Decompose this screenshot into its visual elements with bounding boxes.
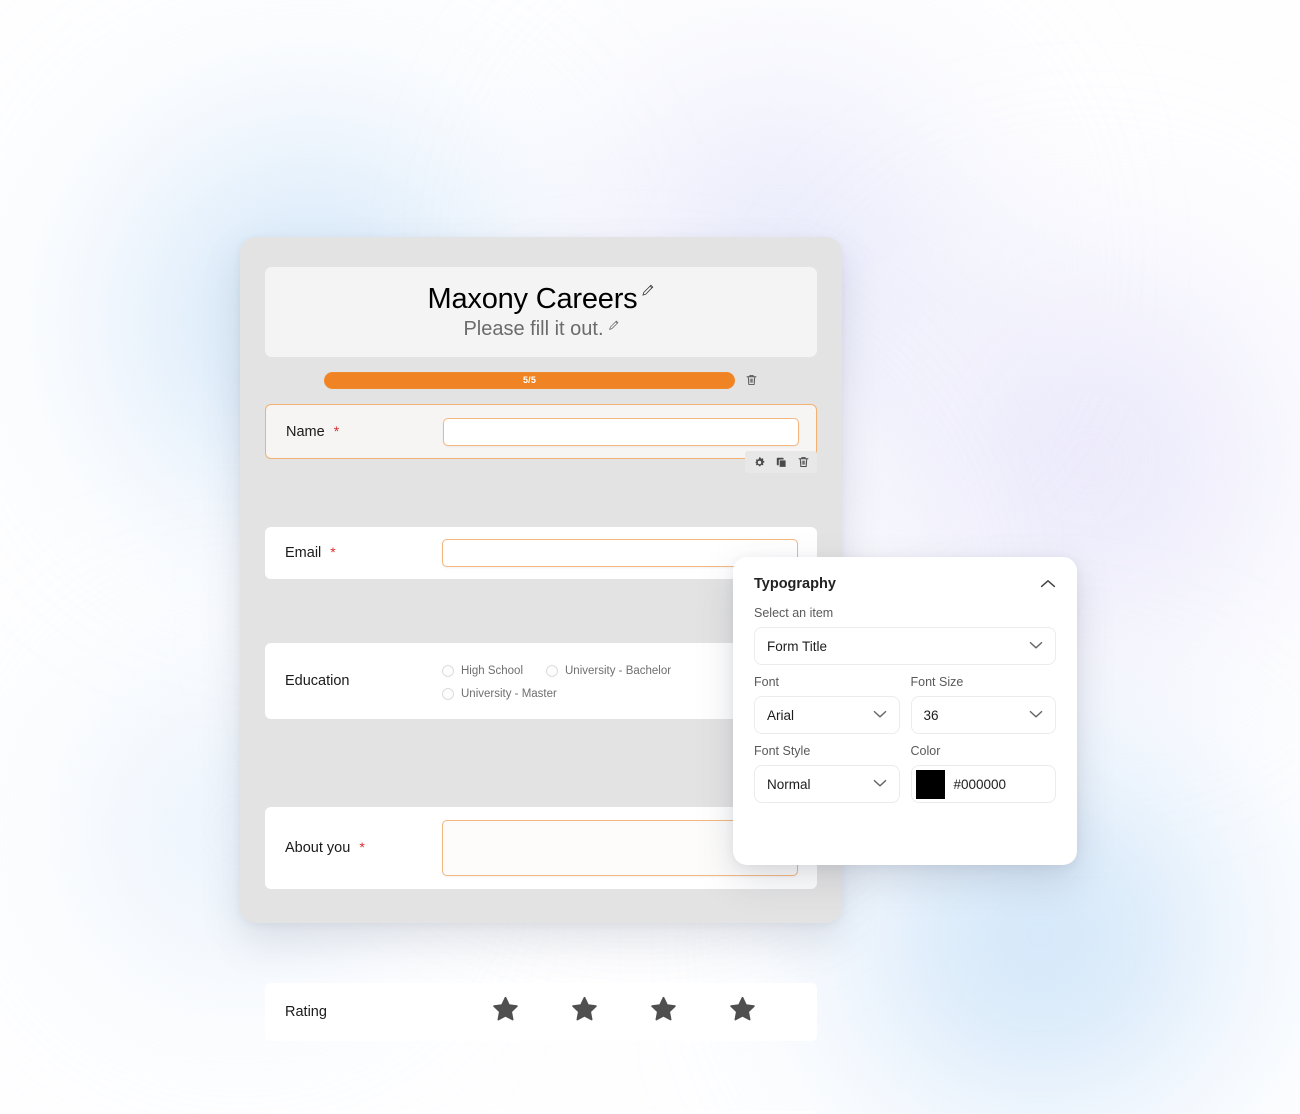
chevron-down-icon — [1029, 706, 1043, 724]
field-label-name: Name * — [286, 422, 340, 440]
progress-trash-icon[interactable] — [742, 371, 760, 389]
field-label-about-you: About you * — [285, 839, 365, 856]
radio-university-master[interactable]: University - Master — [442, 687, 642, 700]
field-label-education: Education — [285, 673, 350, 689]
select-item-label: Select an item — [754, 606, 834, 620]
font-size-group: Font Size 36 — [910, 675, 1056, 734]
font-size-label: Font Size — [910, 675, 964, 689]
rating-star-group — [442, 996, 756, 1028]
edit-subtitle-pencil-icon[interactable] — [608, 318, 619, 336]
select-item-value: Form Title — [767, 638, 828, 654]
page-title: Maxony Careers — [427, 282, 638, 315]
color-label: Color — [910, 744, 941, 758]
radio-university-bachelor[interactable]: University - Bachelor — [546, 664, 746, 677]
typography-panel-header: Typography — [754, 576, 1056, 592]
required-asterisk: * — [333, 422, 340, 439]
gear-icon[interactable] — [751, 454, 767, 470]
star-icon[interactable] — [650, 996, 677, 1028]
star-icon[interactable] — [492, 996, 519, 1028]
font-row: Font Arial Font Size 36 — [754, 675, 1056, 734]
field-row-rating[interactable]: Rating — [265, 983, 817, 1041]
chevron-down-icon — [873, 706, 887, 724]
select-item-dropdown[interactable]: Form Title — [754, 627, 1056, 665]
name-input[interactable] — [443, 417, 799, 446]
chevron-up-icon[interactable] — [1040, 579, 1056, 589]
field-label-email: Email * — [285, 544, 336, 561]
copy-icon[interactable] — [773, 454, 789, 470]
radio-high-school[interactable]: High School — [442, 664, 546, 677]
font-value: Arial — [767, 707, 795, 723]
chevron-down-icon — [873, 775, 887, 793]
color-swatch[interactable] — [915, 769, 945, 799]
font-dropdown[interactable]: Arial — [754, 696, 900, 734]
required-asterisk: * — [330, 544, 336, 560]
edit-title-pencil-icon[interactable] — [641, 284, 654, 302]
progress-row: 5/5 — [265, 369, 817, 391]
page-subtitle: Please fill it out. — [463, 318, 604, 341]
field-label-rating: Rating — [285, 1004, 327, 1020]
form-subtitle-row: Please fill it out. — [463, 317, 618, 341]
progress-bar[interactable]: 5/5 — [324, 371, 735, 389]
required-asterisk: * — [359, 839, 365, 855]
radio-circle-icon[interactable] — [442, 664, 454, 677]
form-title-row: Maxony Careers — [428, 283, 655, 315]
font-label: Font — [754, 675, 780, 689]
field-row-name[interactable]: Name * — [265, 404, 817, 473]
field-action-toolbar — [745, 451, 817, 473]
font-group: Font Arial — [754, 675, 900, 734]
radio-circle-icon[interactable] — [442, 687, 454, 700]
star-icon[interactable] — [729, 996, 756, 1028]
star-icon[interactable] — [571, 996, 598, 1028]
style-color-row: Font Style Normal Color #000000 — [754, 744, 1056, 803]
font-size-value: 36 — [923, 707, 939, 723]
trash-icon[interactable] — [795, 454, 811, 470]
form-header-card: Maxony Careers Please fill it out. — [265, 267, 817, 357]
typography-panel: Typography Select an item Form Title Fon… — [733, 557, 1077, 865]
font-style-value: Normal — [767, 776, 811, 792]
color-field[interactable]: #000000 — [910, 765, 1056, 803]
select-item-group: Select an item Form Title — [754, 606, 1056, 665]
color-group: Color #000000 — [910, 744, 1056, 803]
radio-circle-icon[interactable] — [546, 664, 558, 677]
chevron-down-icon — [1029, 637, 1043, 655]
education-radio-group: High School University - Bachelor Univer… — [442, 663, 772, 700]
font-style-dropdown[interactable]: Normal — [754, 765, 900, 803]
font-style-group: Font Style Normal — [754, 744, 900, 803]
font-size-dropdown[interactable]: 36 — [910, 696, 1056, 734]
progress-label: 5/5 — [522, 375, 537, 385]
panel-title: Typography — [754, 576, 836, 592]
font-style-label: Font Style — [754, 744, 811, 758]
color-hex-value: #000000 — [953, 776, 1007, 792]
